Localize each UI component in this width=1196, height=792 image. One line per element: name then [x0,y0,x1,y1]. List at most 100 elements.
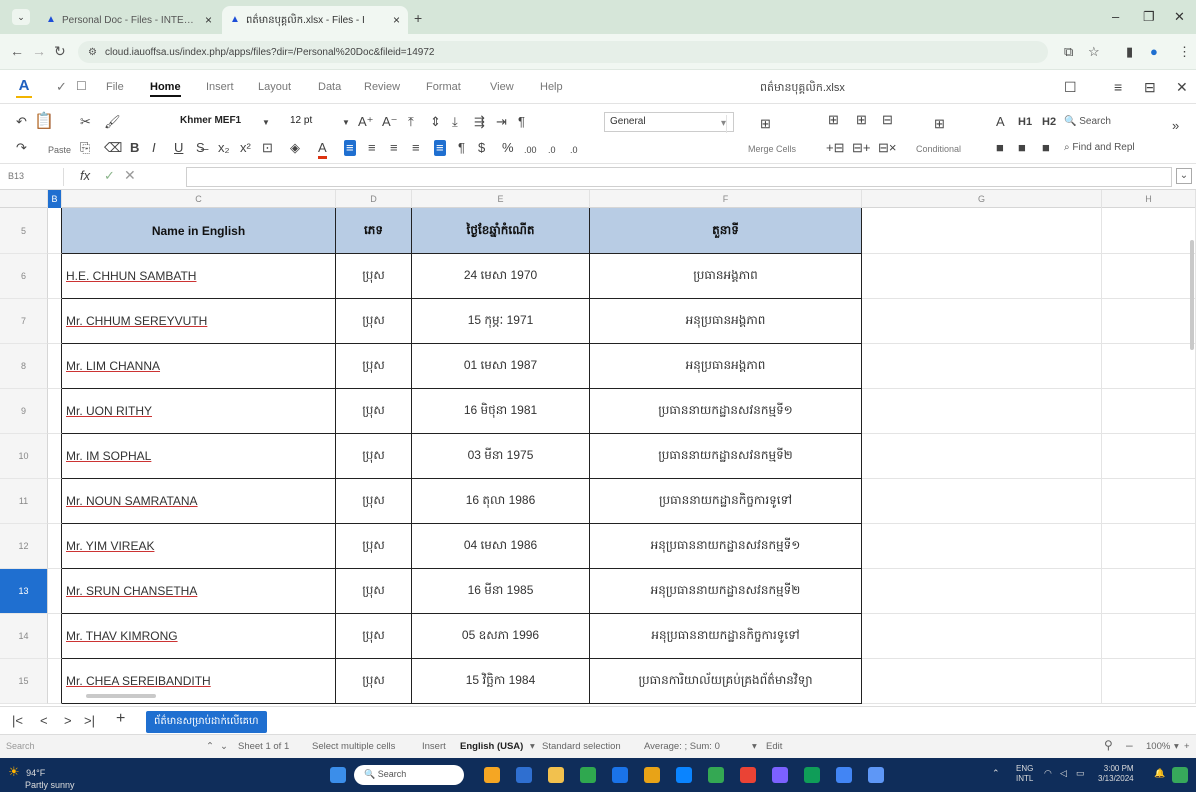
app-icon[interactable] [740,767,756,783]
table-cell[interactable] [48,659,62,704]
browser-menu-icon[interactable]: ⋮ [1178,44,1191,60]
number-format-select[interactable]: General ▾ [604,112,734,133]
cell-name-english[interactable]: Mr. IM SOPHAL [62,434,336,479]
url-field[interactable]: ⚙ cloud.iauoffsa.us/index.php/apps/files… [78,41,1048,63]
cell-name-english[interactable]: Mr. SRUN CHANSETHA [62,569,336,614]
column-header-c[interactable]: C [62,190,336,208]
cell-date-of-birth[interactable]: 04 មេសា 1986 [412,524,590,569]
notification-app-icon[interactable] [1172,767,1188,783]
wrap-text-icon[interactable]: ⇶ [474,114,485,130]
heading-2-button[interactable]: H2 [1042,114,1056,130]
justify-icon[interactable]: ≡ [412,140,420,156]
cell-sex[interactable]: ប្រុស [336,299,412,344]
cell-position[interactable]: ប្រធាននាយកដ្ឋានសវនកម្មទី២ [590,434,862,479]
insert-columns-icon[interactable]: ⊞ [856,112,867,128]
volume-icon[interactable]: ◁ [1060,768,1067,779]
cell-position[interactable]: អនុប្រធានអង្គភាព [590,299,862,344]
align-left-icon[interactable]: ≡ [344,140,356,156]
zoom-chevron-icon[interactable]: ▾ [1174,741,1179,752]
cancel-formula-icon[interactable]: ✕ [124,167,136,184]
menu-help[interactable]: Help [540,81,563,93]
table-cell[interactable] [1102,299,1196,344]
cell-name-english[interactable]: Mr. NOUN SAMRATANA [62,479,336,524]
conditional-format-icon[interactable]: ⊞ [934,116,945,132]
table-cell[interactable] [1102,254,1196,299]
table-cell[interactable] [48,524,62,569]
menu-layout[interactable]: Layout [258,81,291,93]
table-cell[interactable] [862,659,1102,704]
table-cell[interactable] [862,344,1102,389]
document-name[interactable]: ពត៌មានបុគ្គលិក.xlsx [760,81,845,97]
bold-icon[interactable]: B [130,140,139,156]
table-cell[interactable] [862,479,1102,524]
align-distributed-icon[interactable]: ≡ [434,140,446,156]
wifi-icon[interactable]: ◠ [1044,768,1052,779]
cell-date-of-birth[interactable]: 24 មេសា 1970 [412,254,590,299]
table-cell[interactable] [1102,524,1196,569]
profile-icon[interactable]: ● [1150,44,1158,59]
undo-icon[interactable]: ↶ [16,114,27,130]
clear-format-icon[interactable]: ⌫ [104,140,122,156]
add-sheet-icon[interactable]: + [116,710,125,728]
reload-icon[interactable]: ↻ [54,43,66,60]
table-cell[interactable] [1102,659,1196,704]
paragraph-icon[interactable]: ¶ [518,114,525,130]
table-cell[interactable] [862,299,1102,344]
font-color-button[interactable]: A [996,114,1005,130]
align-middle-icon[interactable]: ⇕ [430,114,441,130]
cell-date-of-birth[interactable]: 01 មេសា 1987 [412,344,590,389]
table-cell[interactable] [48,254,62,299]
shrink-font-icon[interactable]: A⁻ [382,114,398,130]
column-header-b[interactable]: B [48,190,62,208]
aggregate-values[interactable]: Average: ; Sum: 0 [644,741,720,752]
accept-formula-icon[interactable]: ✓ [104,168,115,184]
language-select[interactable]: English (USA) [460,741,523,752]
cell-sex[interactable]: ប្រុស [336,569,412,614]
cell-sex[interactable]: ប្រុស [336,344,412,389]
insert-rows-icon[interactable]: ⊞ [828,112,839,128]
row-header[interactable]: 12 [0,524,48,569]
table-cell[interactable] [48,389,62,434]
app-logo-icon[interactable]: A [14,77,34,98]
notification-bell-icon[interactable]: 🔔 [1154,768,1165,779]
cell-position[interactable]: ប្រធានការិយាល័យគ្រប់គ្រងព័ត៌មានវិទ្យា [590,659,862,704]
save-as-icon[interactable]: ☐ [76,79,87,93]
row-header[interactable]: 7 [0,299,48,344]
status-search-input[interactable]: Search [2,739,152,755]
table-cell[interactable] [1102,208,1196,254]
subscript-icon[interactable]: x₂ [218,140,230,156]
row-header[interactable]: 10 [0,434,48,479]
chrome-icon[interactable] [580,767,596,783]
cell-name-english[interactable]: Mr. THAV KIMRONG [62,614,336,659]
close-window-icon[interactable]: ✕ [1174,9,1185,25]
cell-sex[interactable]: ប្រុស [336,434,412,479]
cut-icon[interactable]: ✂ [80,114,91,130]
insert-cells-icon[interactable]: +⊟ [826,140,844,156]
zoom-slider-icon[interactable]: – [1126,738,1133,752]
align-right-icon[interactable]: ≡ [390,140,398,156]
cell-position[interactable]: អនុប្រធាននាយកដ្ឋានកិច្ចការទូទៅ [590,614,862,659]
cell-name-english[interactable]: Mr. YIM VIREAK [62,524,336,569]
menu-review[interactable]: Review [364,81,400,93]
table-cell[interactable] [48,434,62,479]
number-format-icon[interactable]: .00 [524,142,537,158]
minimize-icon[interactable]: – [1112,9,1119,24]
redo-icon[interactable]: ↷ [16,140,27,156]
underline-icon[interactable]: U [174,140,183,156]
font-size-select[interactable]: 12 pt [290,115,312,126]
toolbar-search[interactable]: 🔍 Search [1064,116,1111,127]
save-check-icon[interactable]: ✓ [56,79,67,95]
borders-icon[interactable]: ⊡ [262,140,273,156]
forward-icon[interactable]: → [32,43,46,59]
cell-position[interactable]: អនុប្រធាននាយកដ្ឋានសវនកម្មទី១ [590,524,862,569]
table-cell[interactable] [48,479,62,524]
header-sex[interactable]: ភេទ [336,208,412,254]
clone-format-icon[interactable]: 🖌 [104,114,121,130]
table-cell[interactable] [48,299,62,344]
cell-date-of-birth[interactable]: 16 មីនា 1985 [412,569,590,614]
cell-date-of-birth[interactable]: 15 វិច្ឆិកា 1984 [412,659,590,704]
panel-toggle-icon[interactable]: ☐ [1064,79,1077,96]
conditional-format-label[interactable]: Conditional [916,144,961,154]
select-all-corner[interactable] [0,190,48,208]
table-cell[interactable] [862,389,1102,434]
